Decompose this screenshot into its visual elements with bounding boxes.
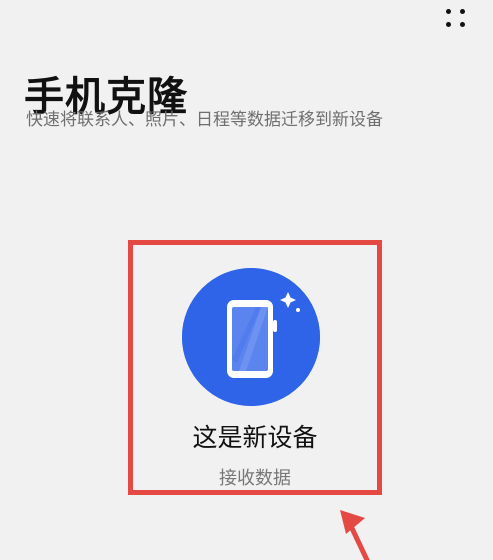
- phone-sparkle-icon: [182, 268, 320, 406]
- page-subtitle: 快速将联系人、照片、日程等数据迁移到新设备: [26, 110, 383, 130]
- more-options-button[interactable]: [438, 5, 472, 31]
- more-dot-icon: [445, 9, 451, 14]
- more-dot-icon: [445, 22, 451, 27]
- new-device-option[interactable]: 这是新设备 接收数据: [128, 240, 382, 495]
- receive-data-label: 接收数据: [219, 468, 291, 489]
- more-dot-icon: [459, 9, 465, 14]
- phone-clone-screen: 手机克隆 快速将联系人、照片、日程等数据迁移到新设备 这是新设备 接收数据: [0, 0, 493, 560]
- more-dot-icon: [459, 22, 465, 27]
- annotation-arrow-icon: [310, 500, 410, 560]
- new-device-title: 这是新设备: [192, 423, 318, 452]
